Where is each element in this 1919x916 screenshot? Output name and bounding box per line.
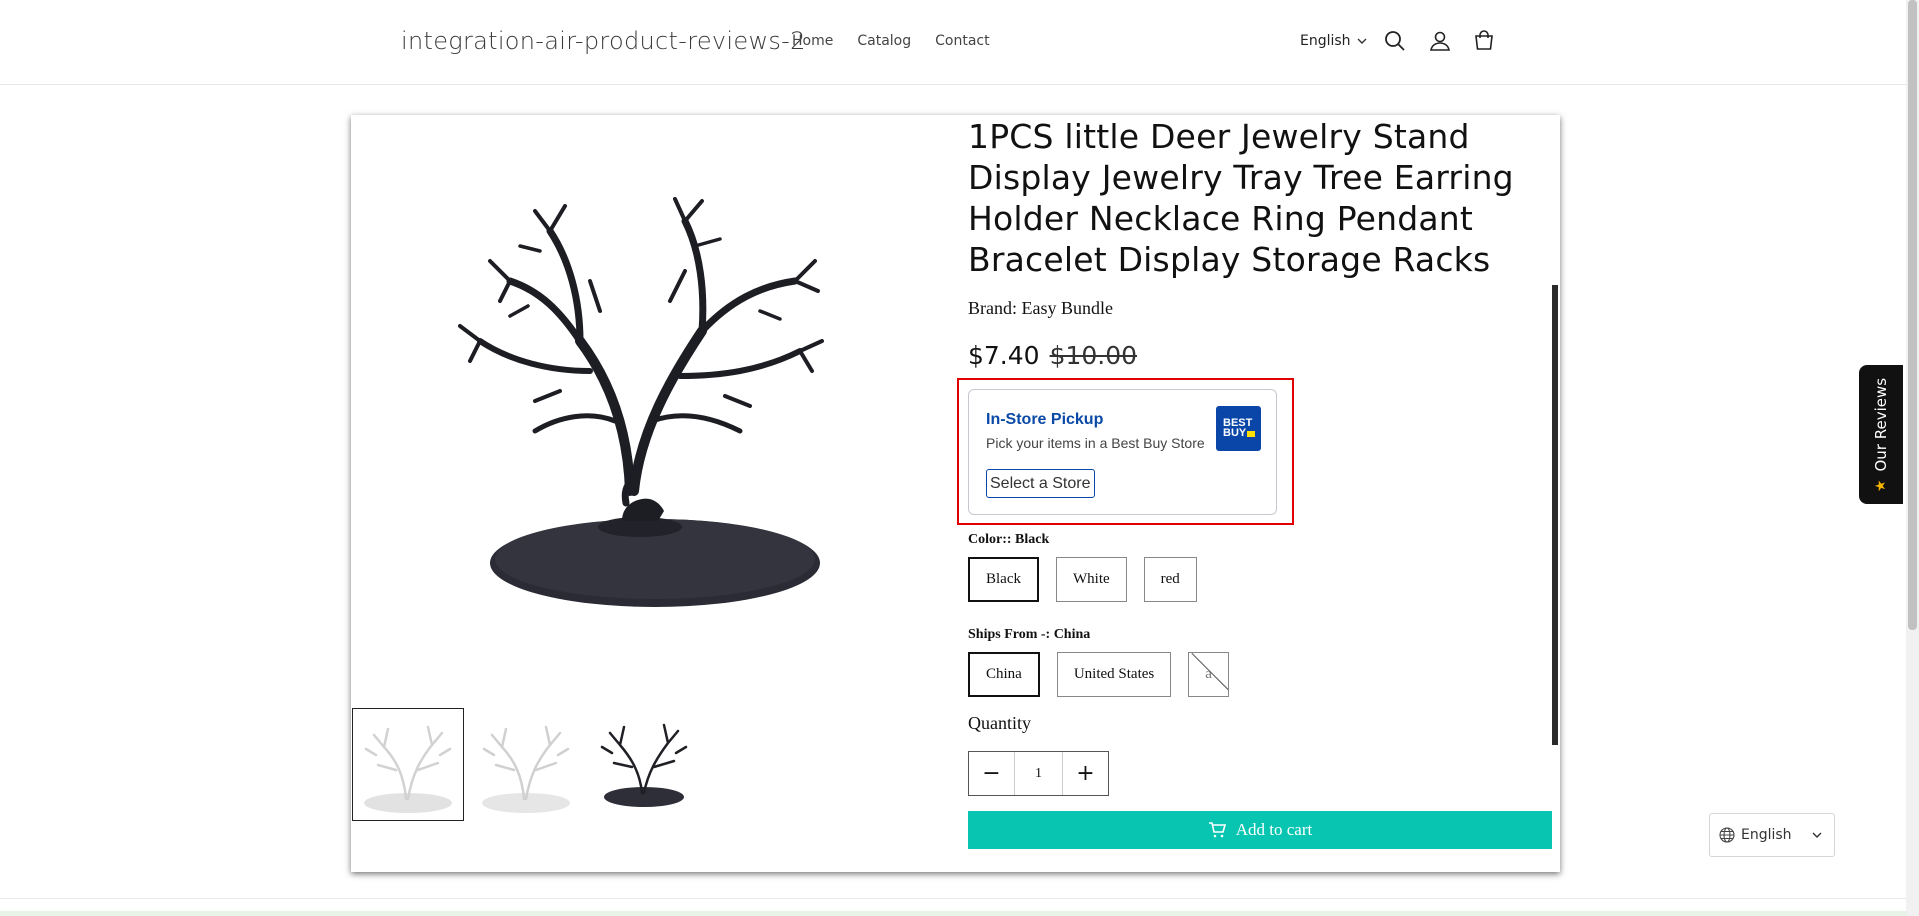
price-row: $7.40 $10.00 [968,341,1553,370]
bottom-strip [0,911,1906,916]
thumbnail-black[interactable] [588,708,700,821]
cart-icon[interactable] [1471,28,1497,54]
ships-from-option-china[interactable]: China [968,652,1040,697]
ships-from-label: Ships From -: China [968,627,1091,642]
store-name[interactable]: integration-air-product-reviews-2 [401,27,806,55]
nav-home[interactable]: Home [792,33,833,49]
select-store-button[interactable]: Select a Store [986,469,1095,498]
compare-price: $10.00 [1049,341,1138,370]
quantity-label: Quantity [968,713,1031,733]
chevron-down-icon [1357,38,1367,44]
thumbnail-white-2[interactable] [470,708,582,821]
thumbnail-image [600,723,688,807]
site-header: integration-air-product-reviews-2 Home C… [0,0,1919,85]
color-option-white[interactable]: White [1056,557,1127,602]
cart-icon [1208,822,1226,838]
pickup-title: In-Store Pickup [986,411,1104,428]
bestbuy-tag-icon [1247,431,1255,437]
quantity-decrease-button[interactable]: − [969,752,1014,795]
reviews-tab-label: Our Reviews [1872,377,1890,472]
scrollbar-thumb[interactable] [1908,0,1917,630]
sale-price: $7.40 [968,341,1040,370]
thumbnail-strip [352,708,700,821]
language-widget-label: English [1741,827,1792,843]
ships-from-option-united-states[interactable]: United States [1056,652,1172,697]
quantity-increase-button[interactable]: + [1063,752,1108,795]
product-brand: Brand: Easy Bundle [968,298,1113,318]
add-to-cart-button[interactable]: Add to cart [968,811,1552,849]
quantity-input[interactable]: 1 [1014,752,1063,795]
language-selector[interactable]: English [1300,33,1367,49]
color-option-red[interactable]: red [1143,557,1197,602]
star-icon: ★ [1873,479,1889,492]
thumbnail-image [364,725,452,813]
color-label: Color:: Black [968,532,1050,547]
globe-icon [1719,827,1735,843]
main-nav: Home Catalog Contact [792,33,990,49]
product-info: 1PCS little Deer Jewelry Stand Display J… [968,116,1553,370]
footer-divider [0,898,1906,899]
thumbnail-image [482,725,570,813]
quantity-stepper: − 1 + [968,751,1109,796]
search-icon[interactable] [1382,28,1408,54]
account-icon[interactable] [1427,28,1453,54]
pickup-subtitle: Pick your items in a Best Buy Store [986,435,1205,451]
chevron-down-icon [1812,832,1822,838]
ships-from-options: China United States a [968,652,1229,697]
bestbuy-logo-text-2: BUY [1223,427,1247,439]
product-title: 1PCS little Deer Jewelry Stand Display J… [968,117,1514,279]
color-option-black[interactable]: Black [968,557,1039,602]
language-widget[interactable]: English [1709,813,1835,857]
ships-from-option-a[interactable]: a [1188,652,1229,697]
add-to-cart-label: Add to cart [1235,820,1313,839]
main-product-image[interactable] [352,116,967,706]
bestbuy-logo: BEST BUY [1216,406,1261,451]
nav-contact[interactable]: Contact [935,33,989,49]
thumbnail-white-1[interactable] [352,708,464,821]
our-reviews-tab[interactable]: ★ Our Reviews [1859,365,1903,504]
color-options: Black White red [968,557,1197,602]
in-store-pickup-card: In-Store Pickup Pick your items in a Bes… [968,389,1277,515]
nav-catalog[interactable]: Catalog [857,33,911,49]
deer-jewelry-stand-image [457,197,824,607]
language-label: English [1300,33,1351,49]
reviews-tab-content: ★ Our Reviews [1872,377,1890,491]
